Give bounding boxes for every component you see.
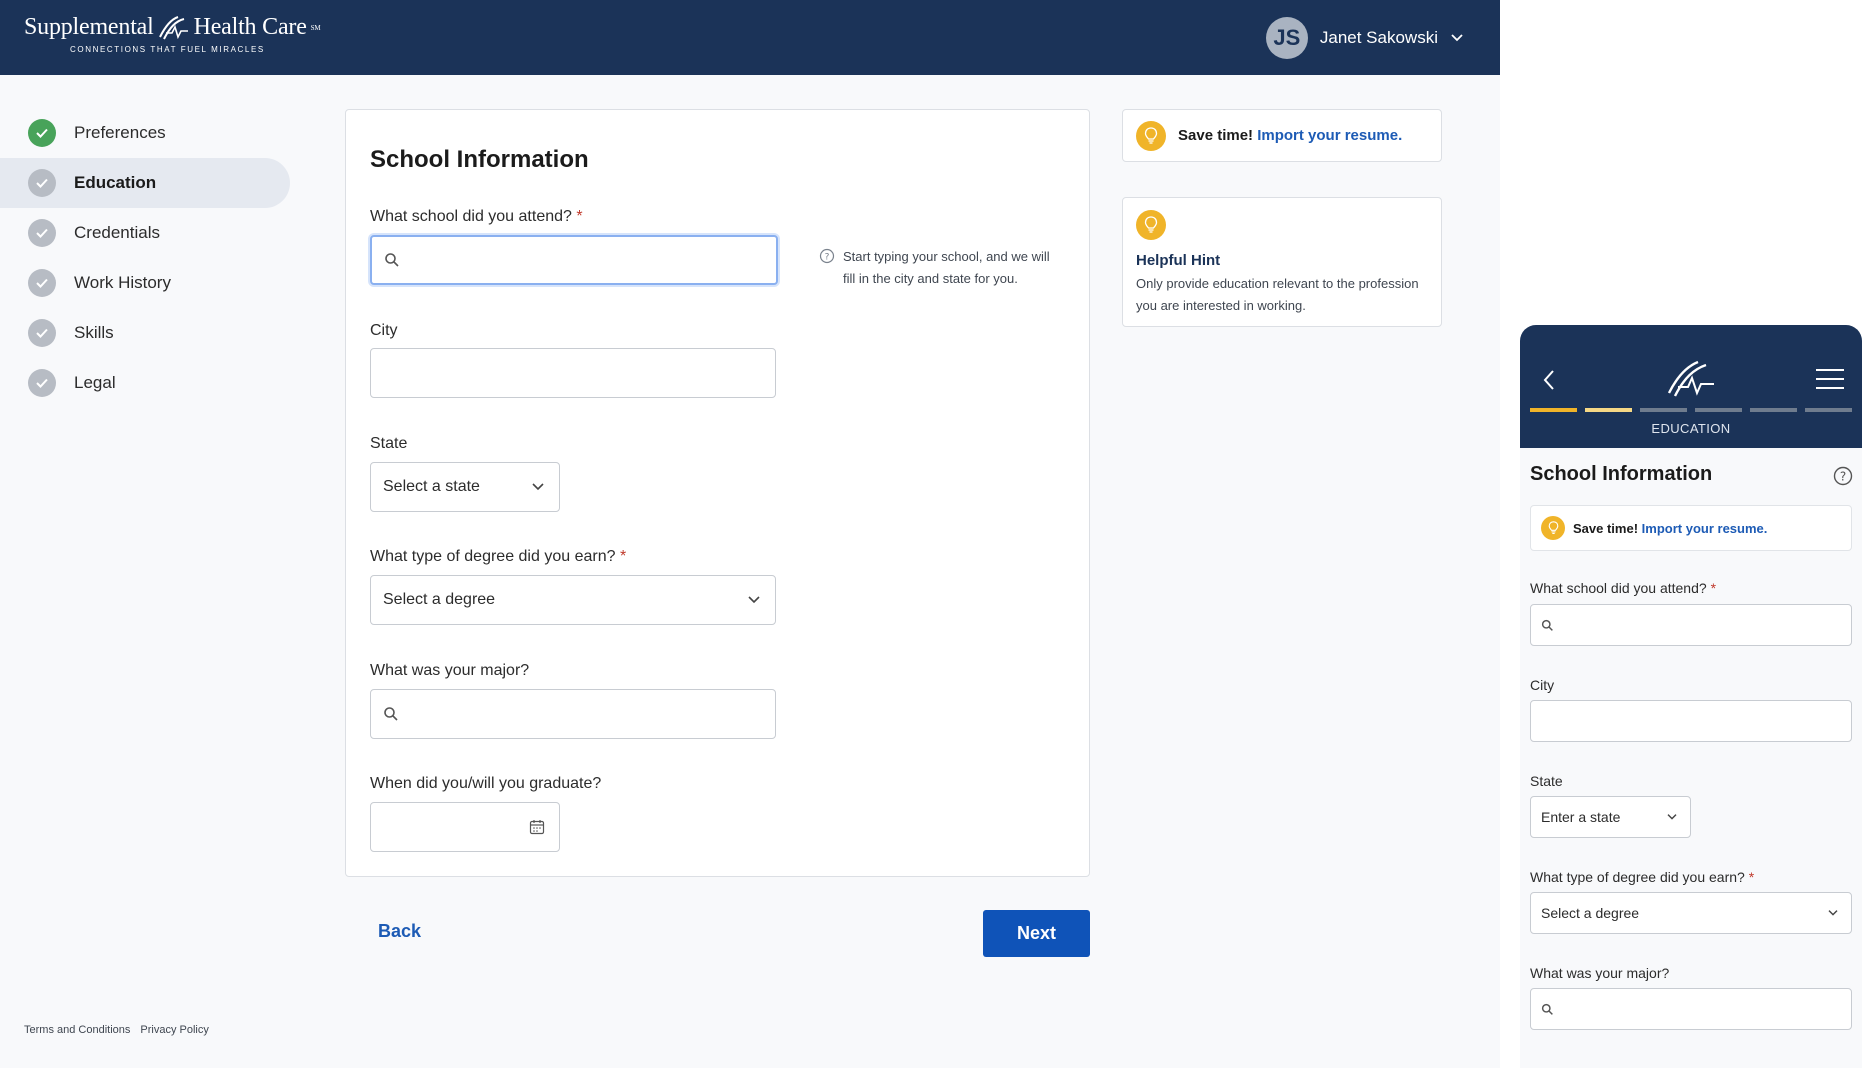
city-input[interactable] [370, 348, 776, 398]
terms-link[interactable]: Terms and Conditions [24, 1024, 130, 1036]
search-icon [385, 253, 399, 267]
swoosh-logo-icon [158, 15, 188, 39]
swoosh-logo-icon [1667, 360, 1714, 397]
check-circle-icon [28, 119, 56, 147]
search-icon [1541, 619, 1553, 631]
sidebar-item-label: Education [74, 173, 157, 192]
sidebar-item-credentials[interactable]: Credentials [0, 208, 290, 258]
save-time-text: Save time! [1178, 127, 1254, 144]
check-circle-icon [28, 319, 56, 347]
brand-logo[interactable]: Supplemental Health Care SM CONNECTIONS T… [24, 14, 321, 54]
menu-icon[interactable] [1814, 367, 1846, 391]
sidebar-item-label: Work History [74, 273, 171, 292]
sidebar-item-legal[interactable]: Legal [0, 358, 290, 408]
degree-select[interactable]: Select a degree [370, 575, 776, 625]
form-title: School Information [370, 146, 589, 173]
user-name: Janet Sakowski [1319, 28, 1438, 47]
chevron-down-icon [1828, 910, 1838, 916]
sidebar-item-label: Skills [74, 323, 114, 342]
major-search-input[interactable] [370, 689, 776, 739]
mobile-import-resume-link[interactable]: Import your resume. [1642, 521, 1768, 536]
mobile-form-title: School Information [1530, 463, 1713, 485]
required-mark: * [576, 208, 583, 225]
mobile-view: EDUCATION School Information ? Save time… [1520, 325, 1862, 1068]
progress-segment [1695, 408, 1742, 412]
degree-label: What type of degree did you earn? * [370, 548, 627, 565]
current-step-label: EDUCATION [1651, 421, 1731, 436]
mobile-degree-select[interactable]: Select a degree [1530, 892, 1852, 934]
school-hint: ? Start typing your school, and we will … [819, 246, 1059, 290]
user-menu[interactable]: JS Janet Sakowski [1265, 17, 1464, 59]
sidebar-item-work-history[interactable]: Work History [0, 258, 290, 308]
search-icon [1541, 1003, 1553, 1015]
help-circle-icon[interactable]: ? [1833, 466, 1853, 486]
top-bar: Supplemental Health Care SM CONNECTIONS T… [0, 0, 1500, 75]
state-select[interactable]: Select a state [370, 462, 560, 512]
hint-title: Helpful Hint [1136, 252, 1221, 269]
brand-name-tail: Health Care [193, 14, 307, 40]
privacy-link[interactable]: Privacy Policy [140, 1024, 208, 1036]
import-resume-link[interactable]: Import your resume. [1257, 127, 1402, 144]
mobile-major-label: What was your major? [1530, 965, 1670, 981]
mobile-city-input[interactable] [1530, 700, 1852, 742]
graduation-date-input[interactable] [370, 802, 560, 852]
check-circle-icon [28, 219, 56, 247]
city-label: City [370, 322, 398, 339]
graduate-label: When did you/will you graduate? [370, 775, 602, 792]
lightbulb-icon [1541, 516, 1565, 540]
mobile-city-label: City [1530, 677, 1555, 693]
brand-tagline: CONNECTIONS THAT FUEL MIRACLES [70, 45, 265, 54]
avatar: JS [1265, 17, 1308, 59]
lightbulb-icon [1136, 210, 1166, 240]
search-icon [384, 707, 398, 721]
help-circle-icon: ? [819, 248, 835, 264]
chevron-down-icon [1667, 814, 1677, 820]
brand-name: Supplemental [24, 14, 154, 40]
progress-segment [1585, 408, 1632, 412]
check-circle-icon [28, 269, 56, 297]
major-label: What was your major? [370, 662, 530, 679]
progress-bar [1530, 408, 1852, 412]
school-search-input[interactable] [370, 235, 778, 285]
sidebar-item-skills[interactable]: Skills [0, 308, 290, 358]
back-button[interactable]: Back [378, 921, 421, 942]
next-button[interactable]: Next [983, 910, 1090, 957]
mobile-state-select[interactable]: Enter a state [1530, 796, 1691, 838]
svg-text:?: ? [825, 253, 830, 263]
svg-text:?: ? [1840, 470, 1846, 484]
sidebar-item-label: Preferences [74, 123, 166, 142]
sidebar-item-preferences[interactable]: Preferences [0, 108, 290, 158]
mobile-school-label: What school did you attend? * [1530, 580, 1717, 596]
sidebar-item-label: Legal [74, 373, 116, 392]
mobile-degree-label: What type of degree did you earn? * [1530, 869, 1755, 885]
chevron-down-icon [748, 596, 760, 604]
progress-segment [1640, 408, 1687, 412]
progress-segment [1750, 408, 1797, 412]
desktop-view: Supplemental Health Care SM CONNECTIONS T… [0, 0, 1500, 1068]
school-label: What school did you attend? * [370, 208, 583, 225]
mobile-import-resume-card: Save time! Import your resume. [1530, 505, 1852, 551]
mobile-school-search-input[interactable] [1530, 604, 1852, 646]
check-circle-icon [28, 369, 56, 397]
mobile-major-search-input[interactable] [1530, 988, 1852, 1030]
lightbulb-icon [1136, 120, 1166, 151]
check-circle-icon [28, 169, 56, 197]
footer-links: Terms and Conditions Privacy Policy [24, 1024, 209, 1036]
progress-segment [1805, 408, 1852, 412]
calendar-icon[interactable] [529, 819, 545, 835]
chevron-down-icon [532, 483, 544, 491]
step-sidebar: Preferences Education Credentials Work H… [0, 108, 290, 408]
mobile-header: EDUCATION [1520, 325, 1862, 448]
sidebar-item-label: Credentials [74, 223, 160, 242]
sidebar-item-education[interactable]: Education [0, 158, 290, 208]
chevron-down-icon [1451, 34, 1463, 42]
progress-segment [1530, 408, 1577, 412]
mobile-state-label: State [1530, 773, 1563, 789]
state-label: State [370, 435, 408, 452]
import-resume-card: Save time! Import your resume. [1122, 109, 1442, 162]
helpful-hint-card: Helpful Hint Only provide education rele… [1122, 197, 1442, 327]
hint-body: Only provide education relevant to the p… [1136, 276, 1419, 313]
school-information-form: School Information What school did you a… [345, 109, 1090, 877]
chevron-left-icon[interactable] [1542, 369, 1556, 391]
